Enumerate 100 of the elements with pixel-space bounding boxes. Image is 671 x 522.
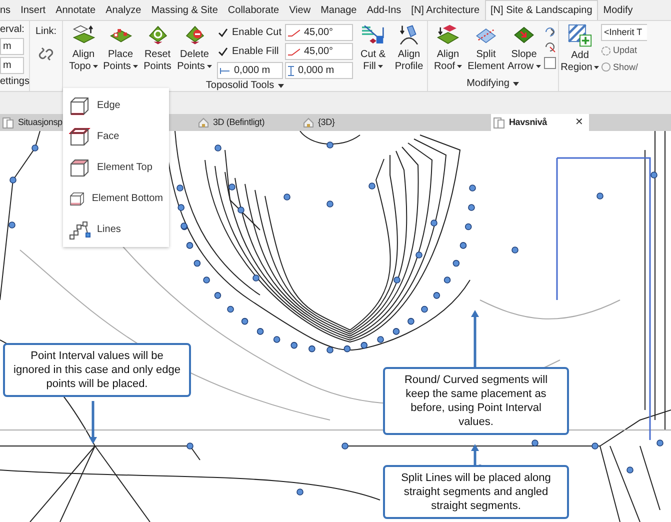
survey-point	[326, 346, 334, 354]
ribbon-tab[interactable]: Manage	[316, 0, 362, 20]
ribbon-button[interactable]: Add Region	[561, 21, 599, 77]
survey-point	[416, 252, 422, 258]
survey-point	[377, 336, 384, 343]
ribbon-tab[interactable]: ns	[0, 0, 16, 20]
survey-point	[308, 345, 316, 352]
menu-item[interactable]: Element Bottom	[63, 183, 169, 214]
survey-point	[468, 204, 475, 211]
ribbon-tab[interactable]: [N] Architecture	[406, 0, 485, 20]
caret-icon	[513, 82, 520, 86]
survey-point	[214, 144, 222, 152]
survey-point	[252, 274, 260, 282]
checkbox[interactable]	[217, 46, 229, 58]
ribbon-tab[interactable]: Annotate	[50, 0, 101, 20]
menu-item[interactable]: Element Top	[63, 152, 169, 183]
survey-point	[460, 242, 467, 249]
document-tab[interactable]: Havsnivå ✕	[491, 114, 589, 131]
ribbon-tab[interactable]: [N] Site & Landscaping	[484, 0, 598, 20]
checkbox[interactable]	[544, 57, 556, 69]
document-tab[interactable]: {3D}	[301, 114, 491, 131]
survey-point	[284, 194, 290, 200]
survey-point	[227, 306, 234, 313]
offset-field[interactable]: 0,000 m	[285, 62, 353, 79]
ribbon-button[interactable]: Delete Points	[176, 21, 213, 77]
field-label: erval:	[0, 24, 26, 36]
callout-arrow	[470, 309, 480, 367]
survey-point	[626, 466, 634, 474]
cube-face-icon	[69, 126, 91, 146]
ribbon-tab[interactable]: Massing & Site	[146, 0, 223, 20]
ribbon-button[interactable]: Cut & Fill	[355, 21, 391, 77]
ribbon-button[interactable]: Align Profile	[391, 21, 427, 77]
survey-point	[10, 176, 16, 184]
document-tab[interactable]: 3D (Befintligt)	[196, 114, 301, 131]
survey-point	[656, 440, 664, 446]
survey-point	[433, 292, 440, 299]
survey-point	[180, 222, 188, 230]
house-icon	[303, 117, 314, 128]
survey-point	[592, 442, 598, 450]
survey-point	[326, 200, 334, 208]
menu-item[interactable]: Edge	[63, 90, 169, 121]
survey-point	[469, 184, 476, 192]
caret-icon	[206, 65, 212, 68]
survey-point	[342, 442, 348, 450]
ribbon-tab[interactable]: Add-Ins	[362, 0, 406, 20]
caret-icon	[378, 65, 383, 68]
survey-point	[186, 242, 194, 249]
survey-point	[344, 345, 351, 352]
menu-item[interactable]: Face	[63, 121, 169, 152]
caret-icon	[457, 65, 462, 68]
survey-point	[290, 342, 298, 349]
callout-arrow	[88, 401, 98, 445]
circle-icon	[601, 62, 611, 72]
close-button[interactable]: ✕	[575, 115, 583, 130]
ribbon-option[interactable]: Updat	[601, 44, 647, 58]
ribbon-tab[interactable]: Analyze	[100, 0, 146, 20]
ribbon-tab[interactable]: Insert	[16, 0, 51, 20]
angle-field[interactable]: 45,00°	[285, 24, 353, 41]
caret-icon	[594, 66, 600, 69]
input-field[interactable]: m	[0, 38, 24, 55]
survey-point	[430, 220, 438, 226]
survey-point	[408, 318, 414, 325]
caret-icon	[92, 65, 98, 68]
cut-fill-icon	[361, 24, 385, 46]
ribbon-button[interactable]: Align Topo	[65, 21, 102, 77]
callout-text: Point Interval values will be ignored in this case and only edge points will be placed.	[3, 343, 191, 397]
hatched-region-icon	[568, 24, 592, 48]
ribbon-tab[interactable]: Modify	[598, 0, 638, 20]
panel-title: Modifying	[466, 78, 520, 90]
survey-point	[326, 142, 334, 148]
slope-arrow-icon	[512, 24, 536, 46]
survey-point	[178, 204, 184, 211]
survey-point	[421, 306, 428, 313]
survey-point	[228, 184, 236, 190]
survey-point	[452, 260, 460, 267]
roof-align-icon	[436, 24, 460, 46]
rotate-icon	[544, 25, 556, 37]
survey-point	[32, 144, 38, 152]
menu-item[interactable]: Lines	[63, 214, 169, 245]
ribbon-button[interactable]: Slope Arrow	[506, 21, 542, 77]
ribbon-tab[interactable]: View	[284, 0, 316, 20]
ribbon-button[interactable]: Align Roof	[430, 21, 466, 77]
slope-line-icon	[288, 28, 300, 36]
ribbon-button[interactable]: Reset Points	[139, 21, 176, 77]
panel-title: ettings	[0, 76, 29, 88]
survey-point	[394, 276, 400, 284]
offset-field[interactable]: 0,000 m	[217, 62, 283, 79]
survey-point	[532, 440, 538, 446]
survey-point	[273, 336, 280, 343]
ribbon-tab[interactable]: Collaborate	[222, 0, 284, 20]
survey-point	[368, 182, 376, 190]
ribbon-button[interactable]: Split Element	[466, 21, 506, 77]
ribbon-option[interactable]: Show/	[601, 60, 647, 74]
input-field[interactable]: m	[0, 57, 24, 74]
checkbox[interactable]	[217, 26, 229, 38]
ribbon-button[interactable]: Place Points	[102, 21, 139, 77]
survey-point	[444, 276, 451, 284]
caret-icon	[278, 84, 284, 88]
angle-field[interactable]: 45,00°	[285, 43, 353, 60]
type-field[interactable]: <Inherit T	[601, 24, 647, 41]
